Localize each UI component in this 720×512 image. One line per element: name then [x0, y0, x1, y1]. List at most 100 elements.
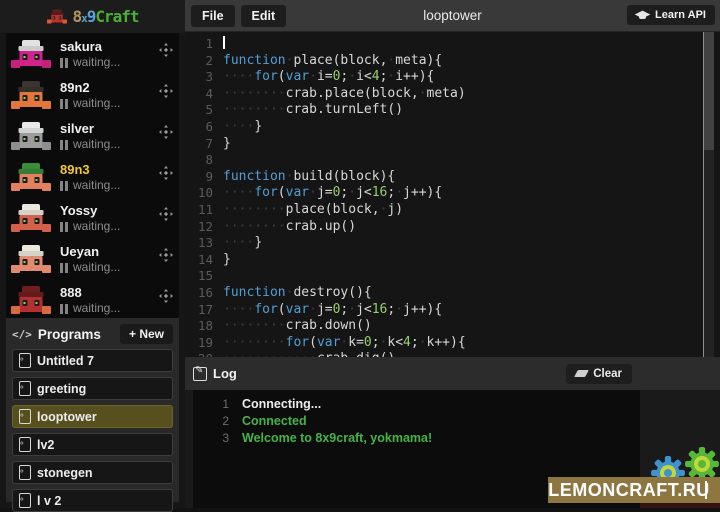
player-row[interactable]: sakura waiting...	[6, 35, 179, 76]
player-row[interactable]: 89n3 waiting...	[6, 158, 179, 199]
code-line[interactable]: 15	[185, 268, 720, 285]
learn-api-label: Learn API	[655, 9, 706, 21]
player-name: 89n2	[60, 80, 159, 95]
graduation-cap-icon	[636, 10, 649, 20]
line-number: 9	[185, 169, 213, 186]
file-menu[interactable]: File	[191, 5, 235, 27]
code-line[interactable]: 18········crab.down()	[185, 318, 720, 335]
player-status: waiting...	[60, 302, 159, 315]
move-icon[interactable]	[159, 289, 173, 303]
player-status: waiting...	[60, 97, 159, 110]
player-name: 89n3	[60, 162, 159, 177]
program-item[interactable]: lv2	[12, 433, 173, 456]
robot-avatar-icon	[10, 121, 52, 153]
eraser-icon	[574, 370, 589, 377]
program-label: l v 2	[37, 494, 61, 508]
line-number: 4	[185, 86, 213, 103]
player-name: Ueyan	[60, 244, 159, 259]
code-line[interactable]: 16function·destroy(){	[185, 285, 720, 302]
program-item-selected[interactable]: looptower	[12, 405, 173, 428]
text-cursor	[223, 36, 225, 49]
editor-scrollbar[interactable]	[703, 32, 714, 357]
new-program-button[interactable]: + New	[120, 324, 173, 344]
watermark-substrip	[640, 503, 720, 508]
player-row[interactable]: 888 waiting...	[6, 281, 179, 318]
code-line[interactable]: 1	[185, 36, 720, 53]
clear-label: Clear	[593, 368, 622, 380]
file-icon	[19, 437, 31, 452]
line-number: 7	[185, 136, 213, 153]
code-line[interactable]: 5········crab.turnLeft()	[185, 102, 720, 119]
code-editor[interactable]: 12function·place(block,·meta){3····for(v…	[185, 32, 720, 357]
player-name: 888	[60, 285, 159, 300]
code-line[interactable]: 3····for(var·i=0;·i<4;·i++){	[185, 69, 720, 86]
player-status: waiting...	[60, 261, 159, 274]
move-icon[interactable]	[159, 248, 173, 262]
robot-avatar-icon	[10, 162, 52, 194]
code-line[interactable]: 17····for(var·j=0;·j<16;·j++){	[185, 302, 720, 319]
player-row[interactable]: Yossy waiting...	[6, 199, 179, 240]
program-item[interactable]: l v 2	[12, 489, 173, 512]
watermark-text: LEMONCRAFT.RU	[548, 480, 720, 501]
line-number: 19	[185, 335, 213, 352]
player-name: Yossy	[60, 203, 159, 218]
code-line[interactable]: 7}	[185, 136, 720, 153]
player-status-text: waiting...	[73, 97, 120, 110]
edit-menu[interactable]: Edit	[241, 5, 287, 27]
player-row[interactable]: 89n2 waiting...	[6, 76, 179, 117]
code-line[interactable]: 6····}	[185, 119, 720, 136]
code-line[interactable]: 11········place(block,·j)	[185, 202, 720, 219]
pause-icon	[60, 140, 68, 150]
pause-icon	[60, 304, 68, 314]
move-icon[interactable]	[159, 84, 173, 98]
log-entry: 3Welcome to 8x9craft, yokmama!	[193, 430, 640, 447]
code-line[interactable]: 8	[185, 152, 720, 169]
code-line[interactable]: 10····for(var·j=0;·j<16;·j++){	[185, 185, 720, 202]
line-number: 15	[185, 268, 213, 285]
main-area: File Edit looptower Learn API 12function…	[185, 0, 720, 508]
program-item[interactable]: Untitled 7	[12, 349, 173, 372]
line-number: 12	[185, 219, 213, 236]
player-name: sakura	[60, 39, 159, 54]
move-icon[interactable]	[159, 166, 173, 180]
program-label: greeting	[37, 382, 86, 396]
code-line[interactable]: 2function·place(block,·meta){	[185, 53, 720, 70]
log-title: Log	[213, 366, 566, 381]
line-number: 11	[185, 202, 213, 219]
move-icon[interactable]	[159, 207, 173, 221]
line-number: 5	[185, 102, 213, 119]
code-line[interactable]: 19········for(var·k=0;·k<4;·k++){	[185, 335, 720, 352]
log-entry: 1Connecting...	[193, 396, 640, 413]
program-label: looptower	[37, 410, 97, 424]
code-line[interactable]: 4········crab.place(block,·meta)	[185, 86, 720, 103]
move-icon[interactable]	[159, 43, 173, 57]
log-icon	[193, 367, 207, 381]
scrollbar-thumb[interactable]	[704, 32, 714, 150]
code-line[interactable]: 12········crab.up()	[185, 219, 720, 236]
player-row[interactable]: silver waiting...	[6, 117, 179, 158]
line-number: 18	[185, 318, 213, 335]
player-name: silver	[60, 121, 159, 136]
code-line[interactable]: 9function·build(block){	[185, 169, 720, 186]
robot-avatar-icon	[10, 203, 52, 235]
line-number: 8	[185, 152, 213, 169]
player-status: waiting...	[60, 179, 159, 192]
players-panel[interactable]: sakura waiting... 89n2 waiting... silver…	[6, 33, 179, 318]
line-number: 13	[185, 235, 213, 252]
watermark-cursor-bar	[705, 481, 708, 499]
pause-icon	[60, 58, 68, 68]
clear-log-button[interactable]: Clear	[566, 364, 632, 384]
code-line[interactable]: 13····}	[185, 235, 720, 252]
program-item[interactable]: greeting	[12, 377, 173, 400]
pause-icon	[60, 263, 68, 273]
move-icon[interactable]	[159, 125, 173, 139]
code-icon: </>	[12, 328, 32, 341]
line-number: 2	[185, 53, 213, 70]
learn-api-button[interactable]: Learn API	[627, 5, 715, 25]
line-number: 6	[185, 119, 213, 136]
player-status: waiting...	[60, 220, 159, 233]
code-line[interactable]: 14}	[185, 252, 720, 269]
file-icon	[19, 409, 31, 424]
player-row[interactable]: Ueyan waiting...	[6, 240, 179, 281]
program-item[interactable]: stonegen	[12, 461, 173, 484]
